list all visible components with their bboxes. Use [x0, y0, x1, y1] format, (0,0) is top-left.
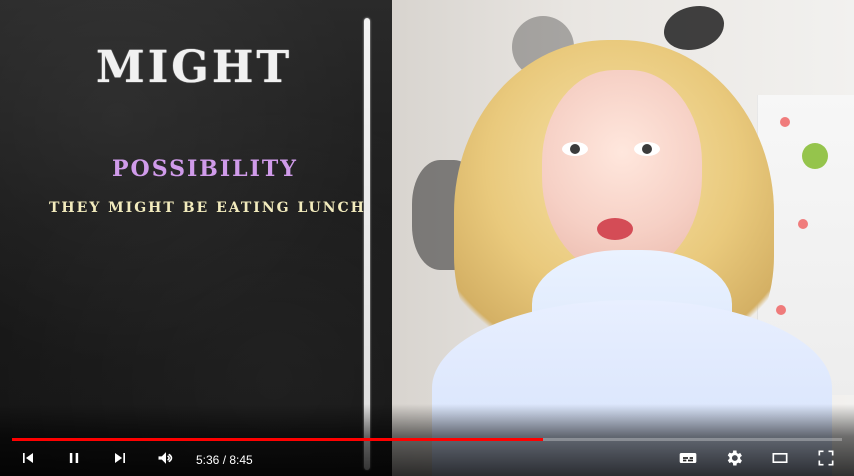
volume-button[interactable] — [150, 444, 182, 476]
progress-played — [12, 438, 544, 441]
wall-decal — [664, 6, 724, 50]
lesson-subtitle: POSSIBILITY — [112, 156, 299, 182]
theater-mode-icon — [770, 448, 790, 472]
board-sticker — [802, 143, 828, 169]
theater-mode-button[interactable] — [764, 444, 796, 476]
skip-previous-icon — [18, 448, 38, 472]
pause-button[interactable] — [58, 444, 90, 476]
skip-next-icon — [110, 448, 130, 472]
fullscreen-icon — [816, 448, 836, 472]
video-player[interactable]: MIGHT POSSIBILITY THEY MIGHT BE EATING L… — [0, 0, 854, 476]
settings-icon — [724, 448, 744, 472]
presenter-eye-left — [562, 142, 588, 156]
fullscreen-button[interactable] — [810, 444, 842, 476]
presenter-face — [542, 70, 702, 275]
player-controls: 5:36 / 8:45 — [0, 444, 854, 476]
presenter-mouth — [597, 218, 633, 240]
pause-icon — [64, 448, 84, 472]
lesson-example: THEY MIGHT BE EATING LUNCH — [49, 200, 366, 216]
board-pin — [776, 305, 786, 315]
next-button[interactable] — [104, 444, 136, 476]
captions-button[interactable] — [672, 444, 704, 476]
progress-bar[interactable] — [12, 438, 842, 441]
previous-button[interactable] — [12, 444, 44, 476]
settings-button[interactable] — [718, 444, 750, 476]
controls-right — [672, 444, 842, 476]
presenter-eye-right — [634, 142, 660, 156]
time-display: 5:36 / 8:45 — [196, 453, 253, 467]
board-pin — [780, 117, 790, 127]
lesson-title: MIGHT — [96, 42, 293, 93]
captions-icon — [678, 448, 698, 472]
volume-icon — [156, 448, 176, 472]
chalk-divider-line — [364, 18, 370, 470]
board-pin — [798, 219, 808, 229]
controls-left: 5:36 / 8:45 — [12, 444, 253, 476]
